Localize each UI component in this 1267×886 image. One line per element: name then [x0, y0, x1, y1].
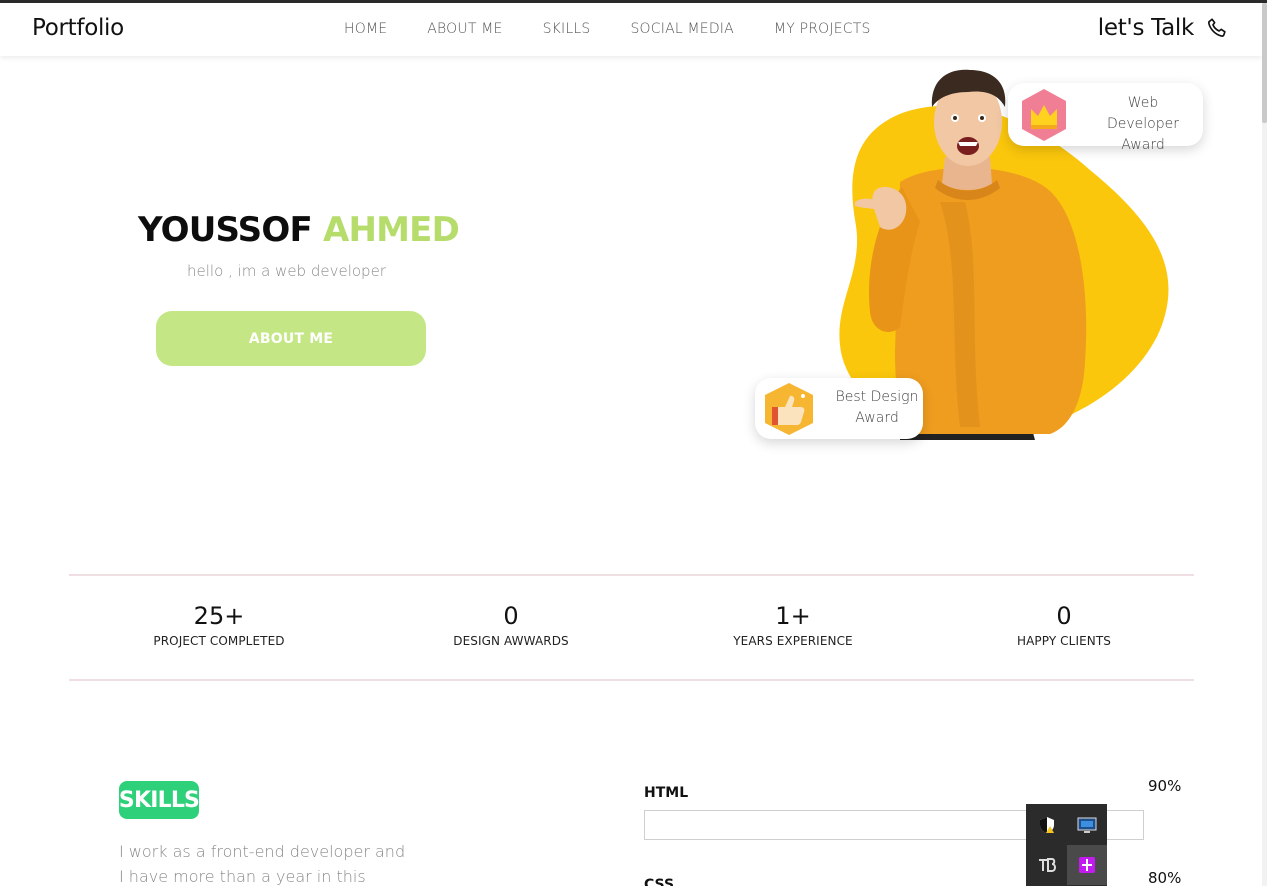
nav-link-my-projects[interactable]: MY PROJECTS — [774, 21, 871, 37]
about-me-button[interactable]: ABOUT ME — [156, 311, 426, 366]
system-tray-overflow — [1026, 804, 1107, 886]
phone-icon — [1208, 18, 1226, 37]
nav-link-skills[interactable]: SKILLS — [543, 21, 591, 37]
nav-link-about-me[interactable]: ABOUT ME — [427, 21, 502, 37]
thumbs-up-icon — [765, 383, 813, 435]
skill-name-html: HTML — [644, 785, 689, 801]
page-scrollbar[interactable] — [1262, 3, 1267, 886]
award-label: Best Design Award — [835, 389, 919, 426]
stat-years-experience: 1+ YEARS EXPERIENCE — [683, 602, 903, 648]
nav-link-home[interactable]: HOME — [344, 21, 387, 37]
tb-app-icon — [1039, 858, 1056, 872]
skill-name-css: CSS — [644, 877, 675, 886]
tray-item-1[interactable] — [1027, 805, 1067, 845]
stat-happy-clients: 0 HAPPY CLIENTS — [954, 602, 1174, 648]
stat-label: YEARS EXPERIENCE — [733, 634, 853, 648]
skills-description: I work as a front-end developer and I ha… — [119, 842, 406, 886]
shield-warning-icon — [1040, 817, 1054, 833]
crown-icon — [1022, 89, 1066, 141]
lets-talk-link[interactable]: let's Talk — [1098, 15, 1228, 41]
hero-first-name: YOUSSOF — [138, 210, 313, 250]
stat-label: HAPPY CLIENTS — [1017, 634, 1111, 648]
nav-links: HOME ABOUT ME SKILLS SOCIAL MEDIA MY PRO… — [344, 21, 871, 37]
brand-logo[interactable]: Portfolio — [32, 15, 124, 41]
award-card-best-design: Best Design Award — [755, 378, 923, 439]
navbar: Portfolio HOME ABOUT ME SKILLS SOCIAL ME… — [0, 3, 1262, 56]
tray-item-3[interactable] — [1027, 845, 1067, 885]
skills-heading-badge: SKILLS — [119, 781, 200, 819]
stat-value: 0 — [1056, 602, 1072, 630]
hero-name: YOUSSOF AHMED — [138, 210, 460, 250]
stats-section: 25+ PROJECT COMPLETED 0 DESIGN AWWARDS 1… — [69, 574, 1194, 681]
stat-projects-completed: 25+ PROJECT COMPLETED — [109, 602, 329, 648]
skill-percent-css: 80% — [1148, 869, 1182, 886]
award-label: Web Developer Award — [1106, 95, 1179, 153]
stat-value: 25+ — [193, 602, 245, 630]
stat-label: PROJECT COMPLETED — [153, 634, 285, 648]
monitor-icon — [1077, 817, 1097, 833]
lets-talk-label: let's Talk — [1097, 15, 1195, 41]
tray-item-2[interactable] — [1067, 805, 1107, 845]
hero-subtitle: hello , im a web developer — [187, 262, 386, 280]
stat-value: 0 — [503, 602, 519, 630]
stat-value: 1+ — [775, 602, 811, 630]
hero-last-name: AHMED — [322, 210, 460, 250]
skill-percent-html: 90% — [1148, 777, 1182, 795]
stat-label: DESIGN AWWARDS — [453, 634, 569, 648]
purple-app-icon — [1079, 857, 1095, 873]
scrollbar-thumb[interactable] — [1262, 3, 1267, 123]
stat-design-awards: 0 DESIGN AWWARDS — [401, 602, 621, 648]
award-card-web-developer: Web Developer Award — [1008, 83, 1203, 153]
tray-item-4[interactable] — [1067, 845, 1107, 885]
nav-link-social-media[interactable]: SOCIAL MEDIA — [630, 21, 733, 37]
